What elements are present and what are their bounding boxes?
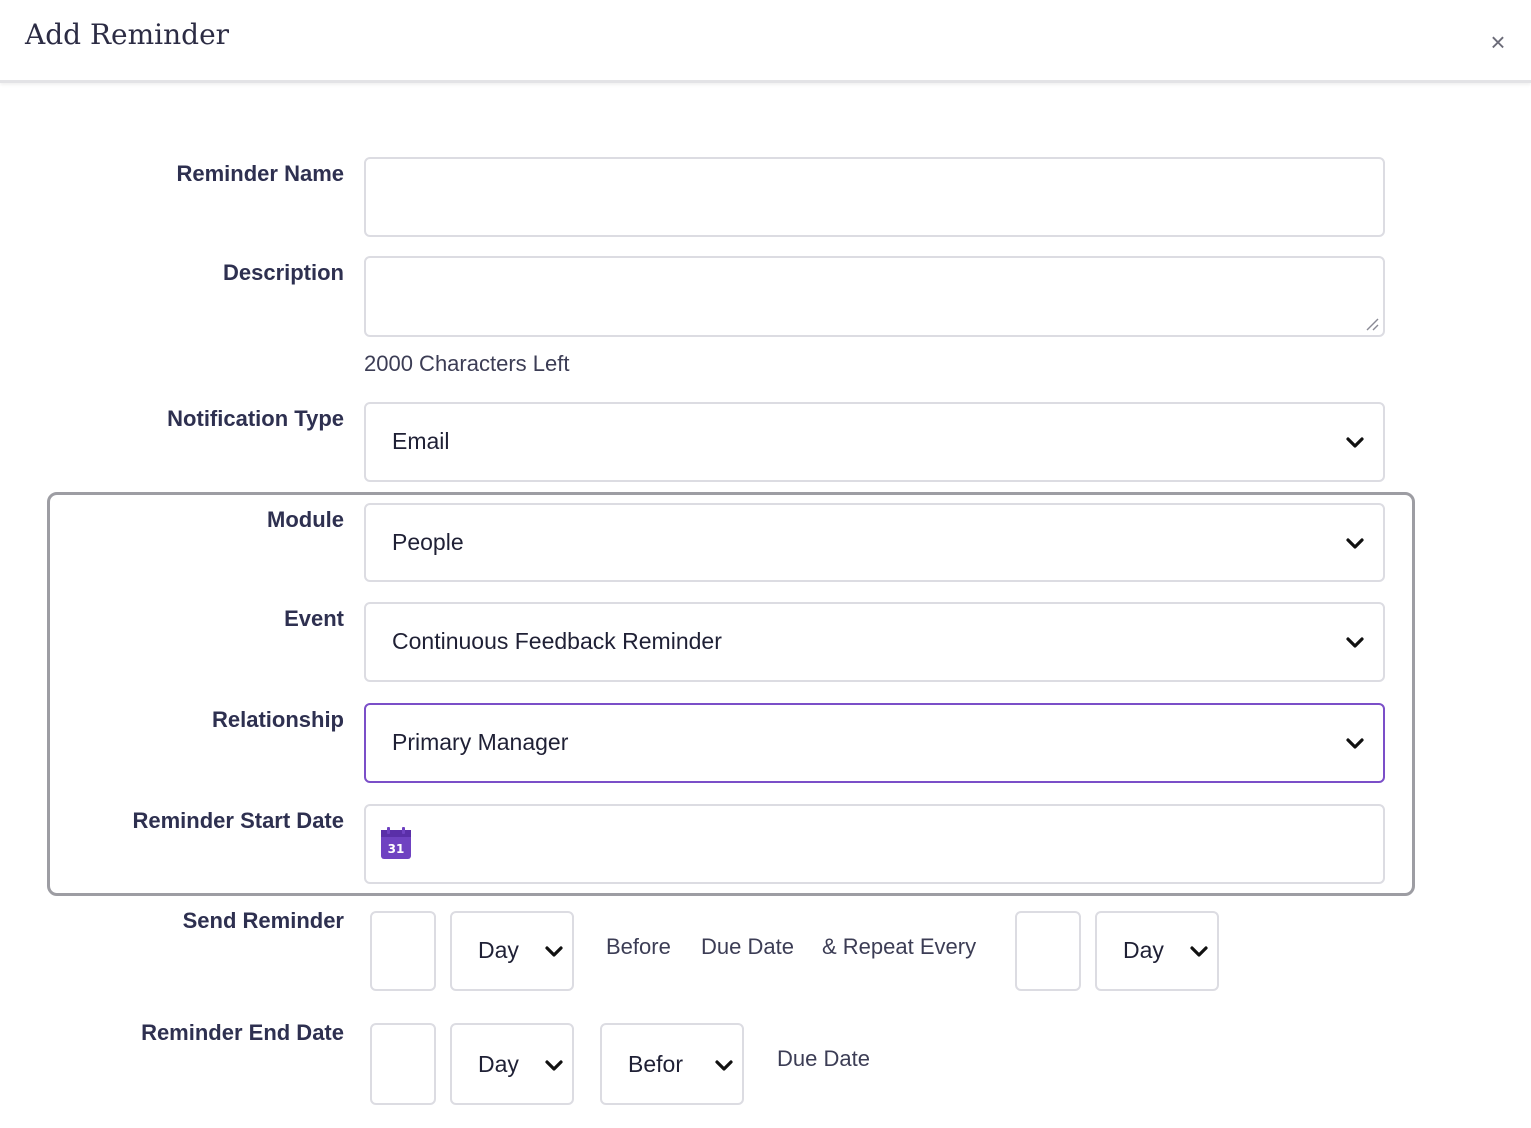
module-value: People xyxy=(392,529,464,555)
event-select[interactable]: Continuous Feedback Reminder xyxy=(364,602,1385,682)
end-date-unit-value: Day xyxy=(478,1051,519,1077)
end-due-date-text: Due Date xyxy=(777,1046,870,1071)
end-date-count-input[interactable] xyxy=(370,1023,436,1105)
chevron-down-icon xyxy=(1346,738,1364,749)
module-label: Module xyxy=(267,507,344,532)
reminder-name-input[interactable] xyxy=(364,157,1385,237)
notification-type-value: Email xyxy=(392,428,450,454)
reminder-end-date-label: Reminder End Date xyxy=(141,1020,344,1045)
chevron-down-icon xyxy=(1346,437,1364,448)
reminder-name-label: Reminder Name xyxy=(176,161,344,186)
repeat-every-text: & Repeat Every xyxy=(822,934,977,959)
end-date-direction-select[interactable]: Befor xyxy=(600,1023,744,1105)
repeat-unit-select[interactable]: Day xyxy=(1095,911,1219,991)
chevron-down-icon xyxy=(1346,637,1364,648)
relationship-value: Primary Manager xyxy=(392,729,569,755)
chevron-down-icon xyxy=(545,1060,563,1071)
repeat-count-input[interactable] xyxy=(1015,911,1081,991)
send-reminder-count-input[interactable] xyxy=(370,911,436,991)
event-label: Event xyxy=(284,606,344,631)
send-reminder-unit-value: Day xyxy=(478,937,519,963)
chevron-down-icon xyxy=(1346,538,1364,549)
end-date-direction-value: Befor xyxy=(628,1051,683,1077)
chevron-down-icon xyxy=(545,946,563,957)
description-textarea[interactable] xyxy=(364,256,1385,337)
chevron-down-icon xyxy=(715,1060,733,1071)
relationship-select[interactable]: Primary Manager xyxy=(364,703,1385,783)
dialog-header: Add Reminder × xyxy=(0,0,1531,83)
send-reminder-label: Send Reminder xyxy=(182,908,344,933)
end-date-unit-select[interactable]: Day xyxy=(450,1023,574,1105)
close-icon[interactable]: × xyxy=(1484,28,1512,56)
calendar-icon[interactable]: 31 xyxy=(380,826,412,860)
repeat-unit-value: Day xyxy=(1123,937,1164,963)
calendar-icon-date: 31 xyxy=(388,842,405,856)
reminder-start-date-input[interactable]: 31 xyxy=(364,804,1385,884)
dialog-title: Add Reminder xyxy=(25,18,230,51)
reminder-start-date-label: Reminder Start Date xyxy=(132,808,344,833)
before-text: Before xyxy=(606,934,671,959)
characters-left-counter: 2000 Characters Left xyxy=(364,351,570,376)
send-reminder-unit-select[interactable]: Day xyxy=(450,911,574,991)
resize-handle-icon[interactable] xyxy=(1365,317,1379,331)
notification-type-label: Notification Type xyxy=(167,406,344,431)
event-value: Continuous Feedback Reminder xyxy=(392,628,722,654)
chevron-down-icon xyxy=(1190,946,1208,957)
module-select[interactable]: People xyxy=(364,503,1385,582)
due-date-text: Due Date xyxy=(701,934,794,959)
description-label: Description xyxy=(222,260,344,285)
notification-type-select[interactable]: Email xyxy=(364,402,1385,482)
relationship-label: Relationship xyxy=(211,707,344,732)
